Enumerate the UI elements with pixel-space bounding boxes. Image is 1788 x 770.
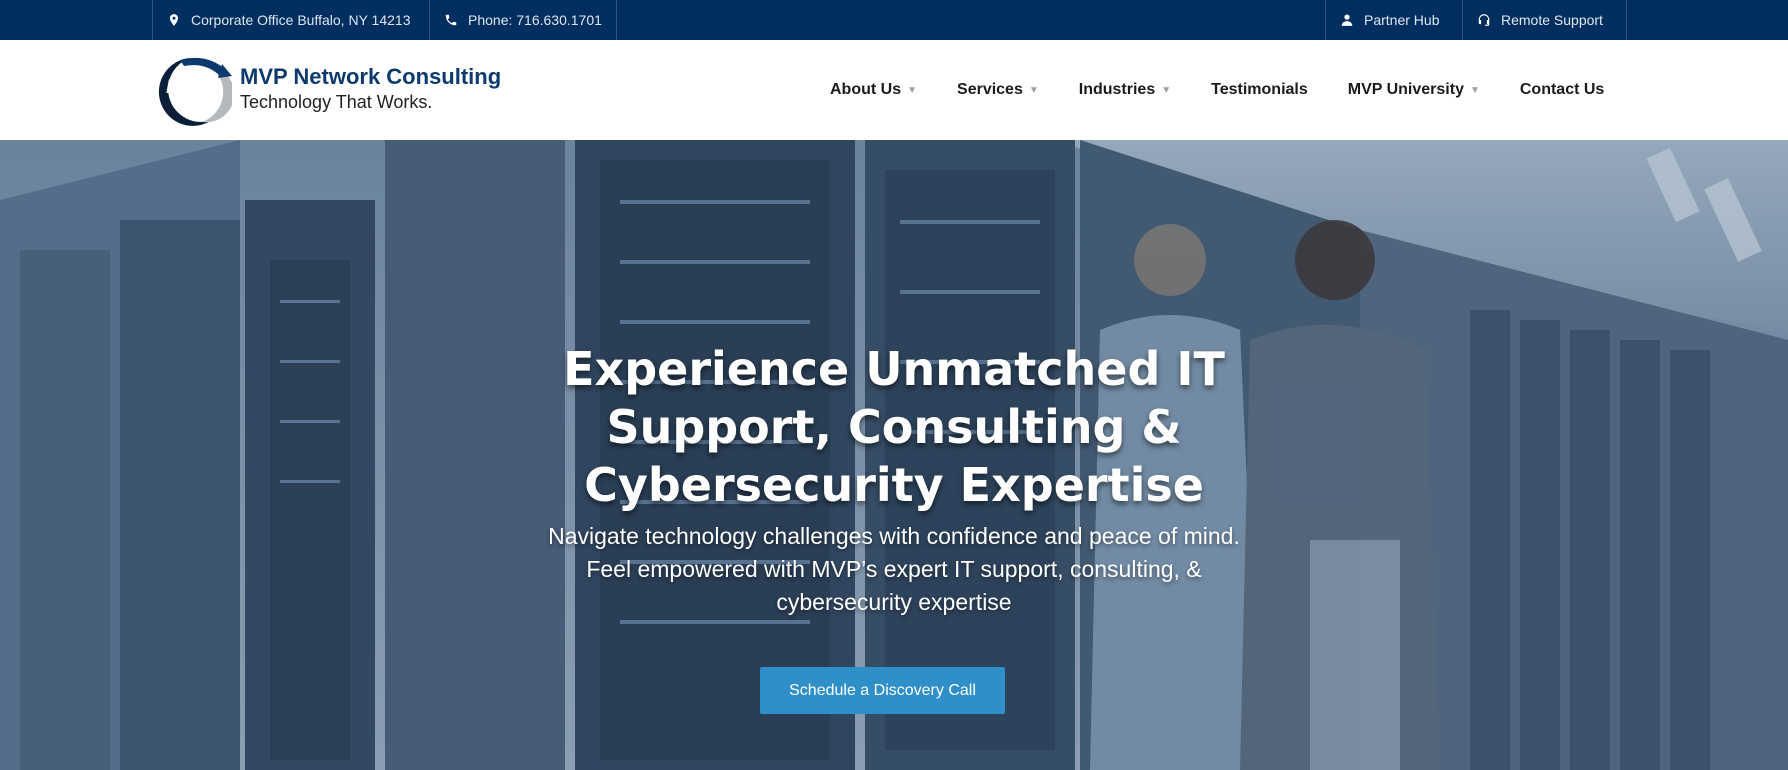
phone-text: Phone: 716.630.1701: [468, 12, 602, 28]
hero-subtitle-line: Navigate technology challenges with conf…: [548, 523, 1240, 549]
nav-item-testimonials[interactable]: Testimonials: [1211, 81, 1308, 99]
hero-subtitle: Navigate technology challenges with conf…: [494, 520, 1294, 619]
hero-title: Experience Unmatched IT Support, Consult…: [444, 340, 1344, 514]
main-navigation: About Us ▼ Services ▼ Industries ▼ Testi…: [830, 40, 1604, 140]
phone-icon: [445, 14, 457, 26]
partner-hub-label: Partner Hub: [1364, 12, 1440, 28]
mvp-logo-mark: MVP: [158, 57, 232, 126]
site-logo[interactable]: MVP MVP Network Consulting Technology Th…: [150, 52, 550, 128]
caret-down-icon: ▼: [907, 84, 918, 96]
nav-label: About Us: [830, 81, 902, 98]
caret-down-icon: ▼: [1161, 84, 1172, 96]
office-address-text: Corporate Office Buffalo, NY 14213: [191, 12, 411, 28]
user-icon: [1341, 14, 1353, 26]
hero-subtitle-line: cybersecurity expertise: [776, 589, 1012, 615]
office-address-link[interactable]: Corporate Office Buffalo, NY 14213: [152, 0, 429, 40]
caret-down-icon: ▼: [1028, 84, 1039, 96]
nav-label: Industries: [1078, 81, 1156, 98]
nav-label: Contact Us: [1519, 81, 1605, 98]
nav-item-services[interactable]: Services ▼: [957, 81, 1039, 99]
schedule-discovery-call-button[interactable]: Schedule a Discovery Call: [760, 667, 1005, 714]
nav-item-mvp-university[interactable]: MVP University ▼: [1348, 81, 1480, 99]
hero-title-line: Cybersecurity Expertise: [584, 458, 1204, 512]
nav-item-industries[interactable]: Industries ▼: [1079, 81, 1171, 99]
logo-mark-text: MVP: [166, 77, 208, 98]
hero-title-line: Support, Consulting &: [606, 400, 1182, 454]
nav-label: Testimonials: [1211, 81, 1308, 98]
partner-hub-link[interactable]: Partner Hub: [1325, 0, 1462, 40]
company-tagline: Technology That Works.: [240, 92, 433, 112]
remote-support-label: Remote Support: [1501, 12, 1603, 28]
top-utility-bar: Corporate Office Buffalo, NY 14213 Phone…: [0, 0, 1788, 40]
nav-label: Services: [957, 81, 1023, 98]
map-pin-icon: [169, 14, 179, 26]
hero-title-line: Experience Unmatched IT: [563, 342, 1225, 396]
hero-subtitle-line: Feel empowered with MVP’s expert IT supp…: [586, 556, 1202, 582]
nav-item-contact-us[interactable]: Contact Us: [1520, 81, 1604, 99]
hero-section: Experience Unmatched IT Support, Consult…: [0, 140, 1788, 770]
site-header: MVP MVP Network Consulting Technology Th…: [0, 40, 1788, 140]
headset-icon: [1478, 14, 1490, 26]
company-name: MVP Network Consulting: [240, 64, 502, 89]
phone-link[interactable]: Phone: 716.630.1701: [429, 0, 617, 40]
nav-label: MVP University: [1347, 81, 1464, 98]
remote-support-link[interactable]: Remote Support: [1462, 0, 1627, 40]
nav-item-about-us[interactable]: About Us ▼: [830, 81, 917, 99]
caret-down-icon: ▼: [1469, 84, 1480, 96]
